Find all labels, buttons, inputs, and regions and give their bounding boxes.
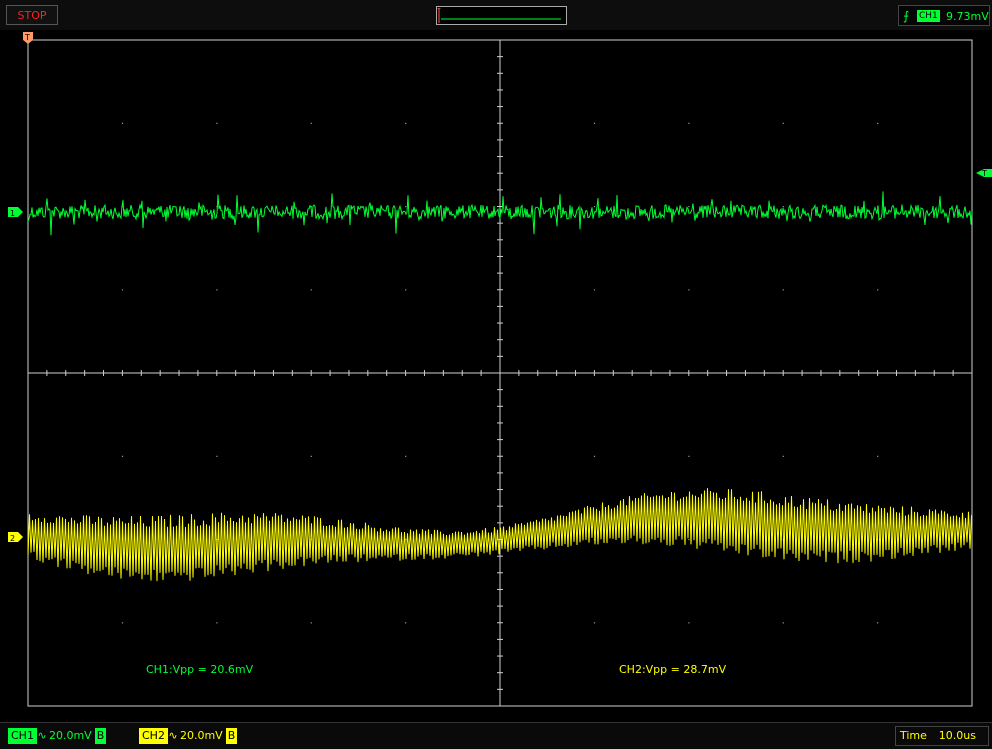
top-toolbar: STOP T ⨍ CH1 9.73mV (0, 0, 992, 31)
svg-text:T: T (437, 8, 441, 15)
ch1-label: CH1 (8, 728, 37, 744)
time-label: Time (900, 729, 927, 742)
svg-text:T: T (24, 33, 30, 42)
ch2-volts-div: 20.0mV (179, 729, 223, 742)
ch1-settings[interactable]: CH1 ∿ 20.0mV B (8, 728, 107, 744)
time-div: 10.0us (938, 729, 976, 742)
ac-coupling-icon: ∿ (37, 729, 47, 742)
ch2-label: CH2 (139, 728, 168, 744)
record-overview-window[interactable]: T (436, 6, 567, 25)
ch2-settings[interactable]: CH2 ∿ 20.0mV B (139, 728, 238, 744)
record-overview-waveform: T (436, 8, 561, 23)
ch1-volts-div: 20.0mV (48, 729, 92, 742)
trigger-level: 9.73mV (946, 10, 989, 23)
run-stop-button[interactable]: STOP (6, 5, 58, 25)
timebase-settings[interactable]: Time 10.0us (895, 726, 989, 746)
status-bar: CH1 ∿ 20.0mV B CH2 ∿ 20.0mV B Time 10.0us (0, 722, 992, 749)
ac-coupling-icon: ∿ (168, 729, 178, 742)
ch2-bandwidth-limit: B (225, 728, 238, 744)
rising-edge-icon: ⨍ (903, 9, 910, 23)
ch1-bandwidth-limit: B (94, 728, 107, 744)
svg-text:1: 1 (10, 209, 15, 218)
svg-text:2: 2 (10, 534, 15, 543)
trigger-info[interactable]: ⨍ CH1 9.73mV (898, 5, 990, 26)
ch1-vpp-measurement: CH1:Vpp = 20.6mV (146, 663, 254, 676)
ch2-vpp-measurement: CH2:Vpp = 28.7mV (619, 663, 727, 676)
scope-display[interactable]: T T 1 2 CH1:Vpp = 20.6mV CH2:Vpp = 28.7m… (0, 30, 992, 722)
svg-text:T: T (981, 169, 987, 178)
trigger-source: CH1 (917, 10, 940, 22)
